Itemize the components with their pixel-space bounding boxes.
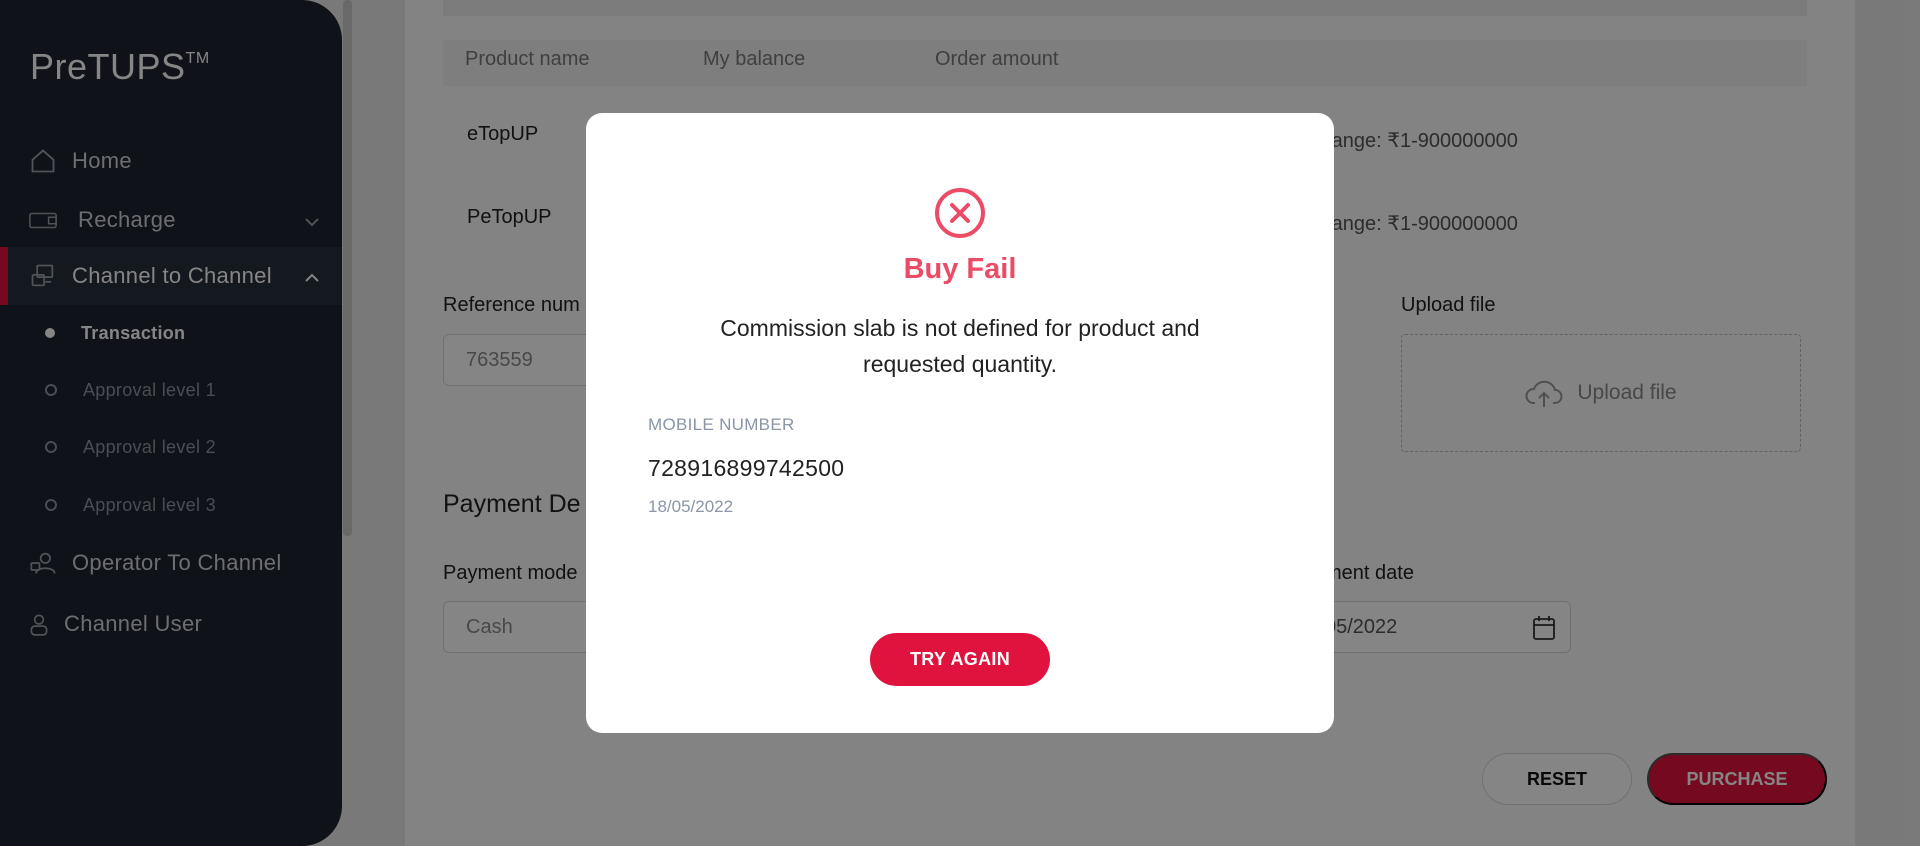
mobile-number-label: MOBILE NUMBER [648, 415, 795, 434]
transaction-date: 18/05/2022 [648, 497, 734, 516]
error-circle-icon [934, 187, 986, 239]
mobile-number-value: 728916899742500 [648, 455, 845, 481]
dialog-message: Commission slab is not defined for produ… [720, 315, 1200, 377]
dialog-title: Buy Fail [903, 253, 1017, 285]
try-again-button[interactable]: TRY AGAIN [870, 633, 1050, 686]
buy-fail-dialog: Buy Fail Commission slab is not defined … [586, 113, 1334, 733]
